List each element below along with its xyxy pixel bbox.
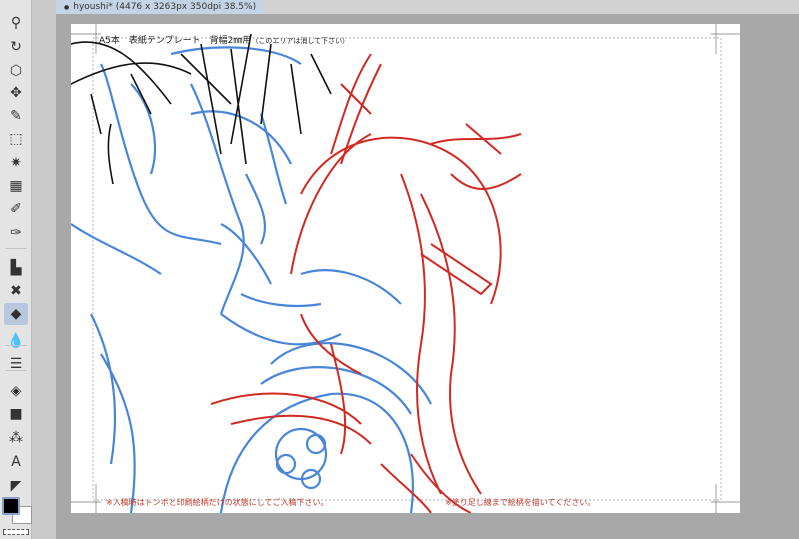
- tool-pencil[interactable]: ✑: [4, 222, 28, 244]
- tool-rotate[interactable]: ↻: [4, 36, 28, 58]
- tab-title: hyoushi* (4476 x 3263px 350dpi 38.5%): [73, 2, 257, 12]
- tool-separator: [5, 345, 27, 346]
- pattern-icon: ▦: [9, 178, 23, 194]
- object-icon: ⬡: [9, 63, 23, 79]
- blend-icon: 💧: [7, 333, 25, 349]
- footer-note-right: ※塗り足し線まで絵柄を描いてください。: [445, 498, 596, 507]
- artwork: [71, 24, 740, 513]
- balloon-icon: ◤: [10, 478, 22, 494]
- tool-figure[interactable]: ☰: [4, 353, 28, 375]
- tool-pattern[interactable]: ▦: [4, 175, 28, 197]
- pencil-icon: ✑: [10, 225, 22, 241]
- tool-auto-select[interactable]: ✷: [4, 152, 28, 174]
- text-icon: A: [11, 454, 21, 470]
- bleed-guides: [92, 37, 722, 501]
- tool-separator: [5, 248, 27, 249]
- move-icon: ✥: [10, 85, 22, 101]
- header-text: A5本 表紙テンプレート 背幅2㎜用: [99, 36, 252, 46]
- header-note: （このエリアは消して下さい）: [251, 37, 350, 45]
- fill-icon: ◈: [10, 383, 22, 399]
- tool-pen[interactable]: ✐: [4, 198, 28, 220]
- frame-icon: ⁂: [9, 430, 23, 446]
- rotate-icon: ↻: [10, 39, 22, 55]
- blue-sketch: [71, 46, 432, 513]
- canvas-paper[interactable]: A5本 表紙テンプレート 背幅2㎜用（このエリアは消して下さい） ※入稿時はトン…: [71, 24, 740, 513]
- zoom-icon: ⚲: [10, 15, 22, 31]
- tool-frame[interactable]: ⁂: [4, 427, 28, 449]
- eyedropper-icon: ✎: [10, 108, 22, 124]
- tool-fill[interactable]: ◈: [4, 380, 28, 402]
- tool-move[interactable]: ✥: [4, 82, 28, 104]
- eraser-icon: ◆: [10, 306, 22, 322]
- tool-selection[interactable]: ⬚: [4, 128, 28, 150]
- tool-separator: [5, 370, 27, 371]
- gradient-icon: ■: [9, 406, 23, 422]
- transparent-color-swatch[interactable]: [3, 529, 29, 535]
- auto-select-icon: ✷: [10, 155, 22, 171]
- decoration-icon: ✖: [10, 283, 22, 299]
- tool-text[interactable]: A: [4, 451, 28, 473]
- tool-object[interactable]: ⬡: [4, 60, 28, 82]
- tool-balloon[interactable]: ◤: [4, 475, 28, 497]
- pen-icon: ✐: [10, 201, 22, 217]
- tab-hyoushi[interactable]: ● hyoushi* (4476 x 3263px 350dpi 38.5%): [56, 0, 265, 14]
- tool-gradient[interactable]: ■: [4, 403, 28, 425]
- tool-blend[interactable]: 💧: [4, 330, 28, 352]
- modified-dot: ●: [64, 4, 70, 11]
- brush-icon: ▙: [10, 260, 22, 276]
- tool-eyedropper[interactable]: ✎: [4, 105, 28, 127]
- sub-tool-gutter: [32, 0, 56, 539]
- template-header: A5本 表紙テンプレート 背幅2㎜用（このエリアは消して下さい）: [99, 33, 349, 46]
- selection-icon: ⬚: [9, 131, 23, 147]
- tool-brush[interactable]: ▙: [4, 257, 28, 279]
- tool-separator: [5, 321, 27, 322]
- main-color-swatch[interactable]: [2, 497, 20, 515]
- tab-bar: ● hyoushi* (4476 x 3263px 350dpi 38.5%): [56, 0, 799, 14]
- red-sketch: [210, 53, 522, 513]
- footer-note-left: ※入稿時はトンボと印刷絵柄だけの状態にしてご入稿下さい。: [106, 498, 329, 507]
- tool-zoom[interactable]: ⚲: [4, 12, 28, 34]
- tool-decoration[interactable]: ✖: [4, 280, 28, 302]
